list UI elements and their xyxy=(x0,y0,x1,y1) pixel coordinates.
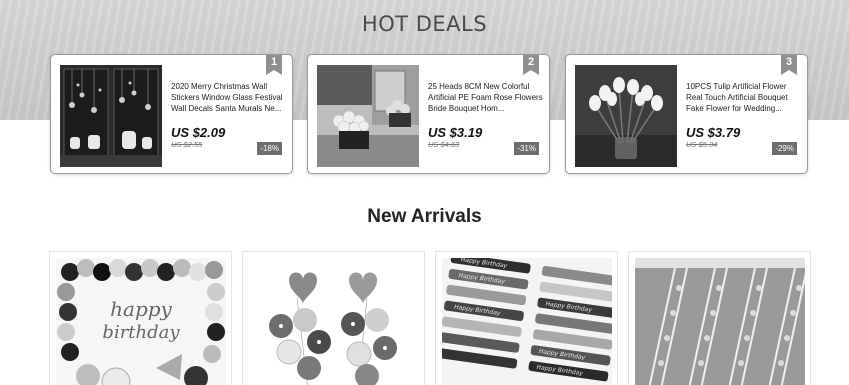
new-arrivals-title: New Arrivals xyxy=(367,206,482,227)
original-price: US $2.55 xyxy=(171,140,203,149)
svg-text:birthday: birthday xyxy=(102,322,180,343)
christmas-wall-stickers-image[interactable] xyxy=(60,65,162,167)
product-title[interactable]: 25 Heads 8CM New Colorful Artificial PE … xyxy=(428,81,543,114)
product-price: US $2.09 xyxy=(171,125,226,140)
product-price: US $3.79 xyxy=(686,125,741,140)
happy-birthday-balloon-set-image[interactable]: happy birthday xyxy=(56,258,226,385)
arrival-card[interactable] xyxy=(242,251,425,385)
rank-badge: 3 xyxy=(781,55,797,75)
original-price: US $5.34 xyxy=(686,140,718,149)
deal-card[interactable]: 2 25 Heads 8CM New Colorful Artificial P… xyxy=(307,54,550,174)
foam-rose-bouquet-image[interactable] xyxy=(317,65,419,167)
hot-deals-title: HOT DEALS xyxy=(361,12,488,36)
rank-badge: 2 xyxy=(523,55,539,75)
tulip-bouquet-image[interactable] xyxy=(575,65,677,167)
heart-balloon-bouquet-image[interactable] xyxy=(249,258,419,385)
discount-badge: -29% xyxy=(772,142,797,155)
rank-badge: 1 xyxy=(266,55,282,75)
product-title[interactable]: 2020 Merry Christmas Wall Stickers Windo… xyxy=(171,81,286,114)
deal-card[interactable]: 1 2020 Merry Christmas Wall Stickers Win… xyxy=(50,54,293,174)
original-price: US $4.63 xyxy=(428,140,460,149)
discount-badge: -18% xyxy=(257,142,282,155)
arrival-card[interactable] xyxy=(628,251,811,385)
lace-trim-ribbons-image[interactable] xyxy=(635,258,805,385)
arrival-card[interactable]: happy birthday xyxy=(49,251,232,385)
arrival-card[interactable]: Happy Birthday Happy Birthday Happy Birth… xyxy=(435,251,618,385)
svg-text:happy: happy xyxy=(110,297,172,321)
discount-badge: -31% xyxy=(514,142,539,155)
product-price: US $3.19 xyxy=(428,125,483,140)
deal-card[interactable]: 3 10PCS Tulip Artificial Flower Real Tou… xyxy=(565,54,808,174)
happy-birthday-ribbons-image[interactable]: Happy Birthday Happy Birthday Happy Birth… xyxy=(442,258,612,385)
product-title[interactable]: 10PCS Tulip Artificial Flower Real Touch… xyxy=(686,81,801,114)
